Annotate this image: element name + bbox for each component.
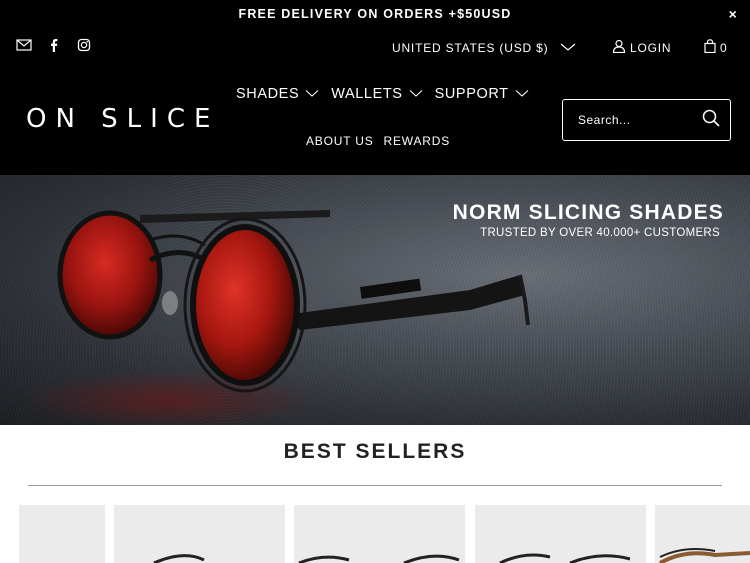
shopping-bag-icon — [704, 39, 716, 56]
product-card[interactable] — [475, 505, 646, 563]
product-card[interactable] — [114, 505, 285, 563]
nav-label: SHADES — [236, 86, 300, 102]
product-card[interactable] — [294, 505, 465, 563]
cart-link[interactable]: 0 — [704, 39, 727, 56]
email-icon[interactable] — [16, 38, 32, 52]
chevron-down-icon — [305, 86, 319, 102]
nav-about-us[interactable]: ABOUT US — [306, 134, 374, 148]
nav-support[interactable]: SUPPORT — [435, 86, 529, 102]
nav-label: SUPPORT — [434, 86, 509, 102]
site-header: UNITED STATES (USD $) LOGIN 0 ON SLICE S… — [0, 30, 750, 175]
product-card[interactable] — [655, 505, 750, 563]
nav-rewards[interactable]: REWARDS — [384, 134, 451, 148]
chevron-down-icon — [515, 86, 529, 102]
facebook-icon[interactable] — [46, 38, 62, 52]
login-link[interactable]: LOGIN — [612, 39, 671, 56]
main-nav: SHADES WALLETS SUPPORT — [236, 86, 529, 102]
product-image — [659, 548, 750, 563]
close-icon[interactable]: × — [729, 0, 738, 28]
hero-title: NORM SLICING SHADES — [452, 201, 724, 224]
announcement-text: FREE DELIVERY ON ORDERS +$50USD — [238, 7, 512, 21]
search-box — [562, 99, 731, 141]
chevron-down-icon — [560, 41, 576, 55]
currency-label: UNITED STATES (USD $) — [392, 41, 549, 55]
section-divider — [28, 485, 722, 486]
hero-banner[interactable]: NORM SLICING SHADES TRUSTED BY OVER 40.0… — [0, 175, 750, 425]
announcement-bar: FREE DELIVERY ON ORDERS +$50USD × — [0, 0, 750, 30]
user-icon — [612, 39, 626, 56]
instagram-icon[interactable] — [76, 38, 92, 52]
nav-wallets[interactable]: WALLETS — [331, 86, 422, 102]
product-card[interactable] — [19, 505, 105, 563]
nav-shades[interactable]: SHADES — [236, 86, 319, 102]
product-image — [499, 553, 631, 563]
currency-selector[interactable]: UNITED STATES (USD $) — [392, 41, 576, 55]
login-label: LOGIN — [630, 40, 672, 55]
secondary-nav: ABOUT US REWARDS — [306, 134, 450, 148]
social-links — [16, 38, 92, 52]
product-image — [298, 554, 460, 563]
cart-count: 0 — [720, 40, 727, 55]
hero-subtitle: TRUSTED BY OVER 40.000+ CUSTOMERS — [480, 227, 720, 239]
search-icon[interactable] — [702, 109, 720, 132]
product-image — [153, 554, 205, 563]
nav-label: WALLETS — [331, 86, 403, 102]
chevron-down-icon — [409, 86, 423, 102]
best-sellers-heading: BEST SELLERS — [283, 440, 467, 463]
search-input[interactable] — [578, 113, 688, 127]
site-logo[interactable]: ON SLICE — [26, 104, 219, 134]
